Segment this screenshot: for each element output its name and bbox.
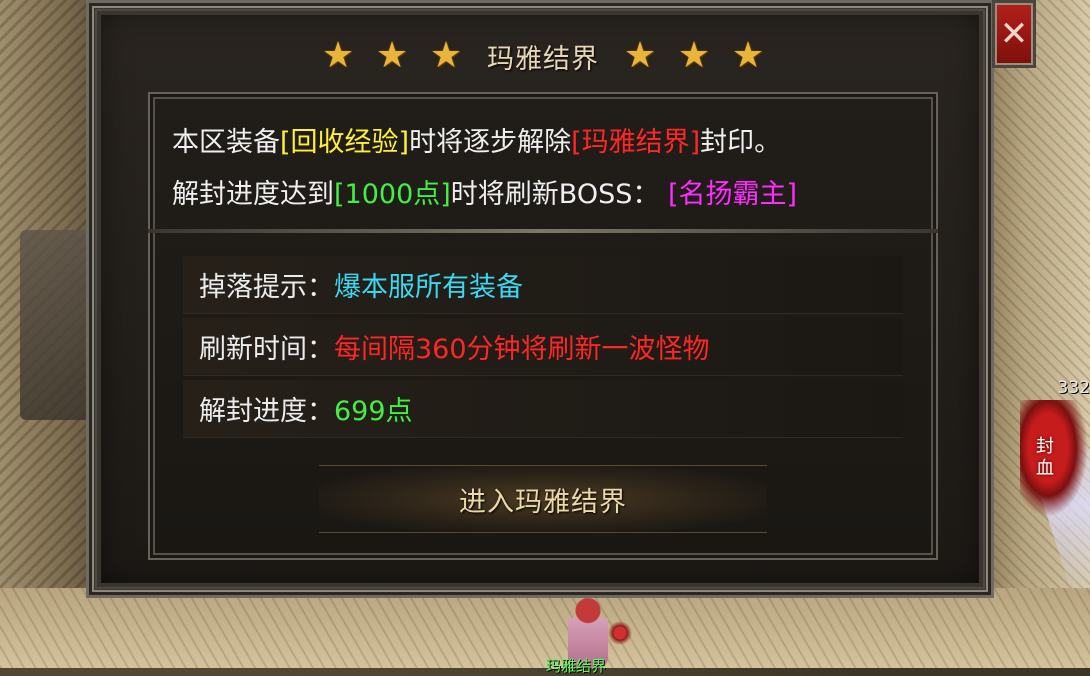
background-bottom-terrain [0,588,1090,668]
info-row-progress: 解封进度： 699点 [183,380,903,438]
enemy-character[interactable]: 封血 [1020,400,1090,520]
close-icon: ✕ [999,14,1029,54]
desc-text: 时将刷新BOSS： [450,179,660,210]
enemy-sign: 封血 [1036,436,1054,479]
star-icon: ★ [429,35,463,76]
enter-maya-barrier-button[interactable]: 进入玛雅结界 [319,465,767,533]
refresh-label: 刷新时间： [199,334,334,365]
progress-value: 699点 [334,396,413,427]
npc-name-label: 玛雅结界 [546,657,607,675]
maya-barrier-panel: ★ ★ ★ 玛雅结界 ★ ★ ★ 本区装备[回收经验]时将逐步解除[玛雅结界]封… [86,0,994,598]
star-icon: ★ [321,35,355,76]
desc-highlight-boss: [名扬霸主] [667,179,798,210]
star-icon: ★ [623,35,657,76]
star-icon: ★ [677,35,711,76]
info-list: 掉落提示： 爆本服所有装备 刷新时间： 每间隔360分钟将刷新一波怪物 解封进度… [183,256,903,442]
drop-label: 掉落提示： [199,272,334,303]
description-line-1: 本区装备[回收经验]时将逐步解除[玛雅结界]封印。 [172,117,932,169]
panel-title: 玛雅结界 [487,43,599,75]
close-button[interactable]: ✕ [992,0,1036,68]
info-row-drop: 掉落提示： 爆本服所有装备 [183,256,903,314]
panel-title-row: ★ ★ ★ 玛雅结界 ★ ★ ★ [89,31,997,81]
npc-flower [606,618,634,648]
desc-text: 时将逐步解除 [409,127,572,158]
drop-value: 爆本服所有装备 [334,272,523,303]
description-line-2: 解封进度达到[1000点]时将刷新BOSS： [名扬霸主] [172,169,932,221]
desc-highlight-recycle: [回收经验] [280,127,410,158]
star-icon: ★ [731,35,765,76]
star-icon: ★ [375,35,409,76]
section-divider [148,229,938,233]
desc-highlight-maya: [玛雅结界] [571,127,701,158]
refresh-value: 每间隔360分钟将刷新一波怪物 [334,334,710,365]
desc-text: 本区装备 [172,127,280,158]
desc-text: 解封进度达到 [172,179,334,210]
enemy-number: 332 [1057,378,1090,398]
desc-highlight-points: [1000点] [334,179,451,210]
info-row-refresh: 刷新时间： 每间隔360分钟将刷新一波怪物 [183,318,903,376]
desc-text: 封印。 [700,127,782,158]
stone-pillar [20,230,90,420]
description: 本区装备[回收经验]时将逐步解除[玛雅结界]封印。 解封进度达到[1000点]时… [172,117,932,221]
progress-label: 解封进度： [199,396,334,427]
